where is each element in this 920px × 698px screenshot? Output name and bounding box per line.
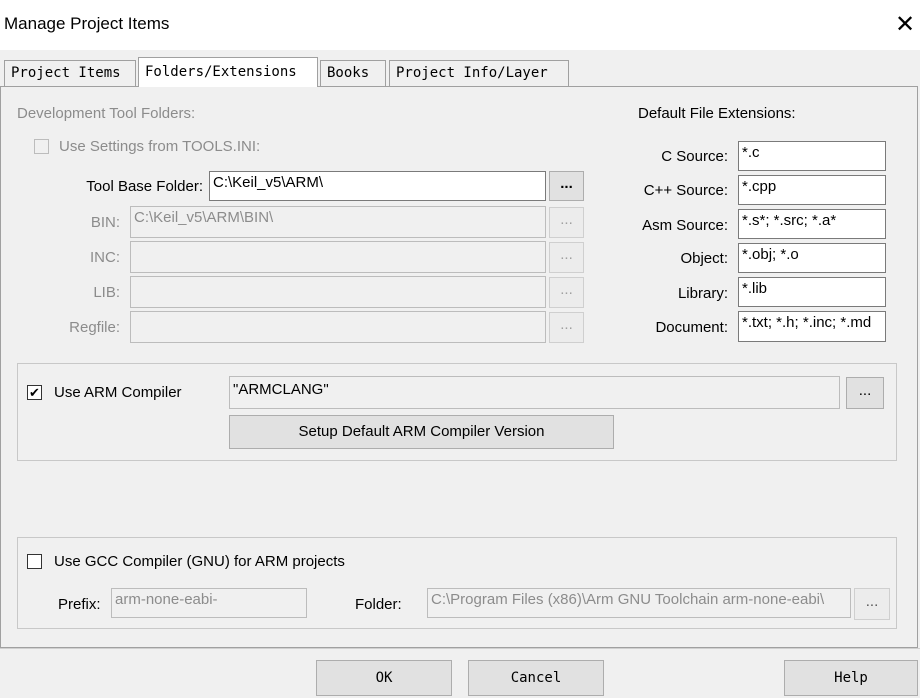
dev-tool-folders-heading: Development Tool Folders:	[17, 105, 196, 122]
inc-input[interactable]	[130, 241, 546, 273]
tool-base-folder-label: Tool Base Folder:	[86, 178, 203, 195]
help-button[interactable]: Help	[784, 660, 918, 696]
default-extensions-heading: Default File Extensions:	[638, 105, 796, 122]
library-input[interactable]: *.lib	[738, 277, 886, 307]
close-icon[interactable]: ✕	[893, 13, 917, 37]
inc-label: INC:	[90, 249, 120, 266]
use-arm-compiler-label: Use ARM Compiler	[54, 384, 182, 401]
ok-button[interactable]: OK	[316, 660, 452, 696]
dialog-footer	[0, 648, 920, 698]
c-source-label: C Source:	[661, 148, 728, 165]
cpp-source-input[interactable]: *.cpp	[738, 175, 886, 205]
setup-arm-compiler-button[interactable]: Setup Default ARM Compiler Version	[229, 415, 614, 449]
gcc-folder-browse-button[interactable]: ...	[854, 588, 890, 620]
library-label: Library:	[677, 285, 728, 302]
tab-folders-extensions[interactable]: Folders/Extensions	[138, 57, 318, 87]
bin-label: BIN:	[90, 214, 120, 231]
lib-label: LIB:	[93, 284, 120, 301]
use-gcc-compiler-label: Use GCC Compiler (GNU) for ARM projects	[54, 553, 345, 570]
tab-books[interactable]: Books	[320, 60, 386, 86]
lib-browse-button[interactable]: ...	[549, 277, 584, 308]
use-gcc-compiler-checkbox[interactable]	[27, 554, 42, 569]
use-tools-ini-label: Use Settings from TOOLS.INI:	[59, 138, 261, 155]
gcc-prefix-label: Prefix:	[58, 596, 101, 613]
tab-project-info-layer[interactable]: Project Info/Layer	[389, 60, 569, 86]
tab-project-items[interactable]: Project Items	[4, 60, 136, 86]
arm-compiler-browse-button[interactable]: ...	[846, 377, 884, 409]
gcc-prefix-input[interactable]: arm-none-eabi-	[111, 588, 307, 618]
regfile-label: Regfile:	[69, 319, 120, 336]
gcc-folder-label: Folder:	[355, 596, 402, 613]
document-input[interactable]: *.txt; *.h; *.inc; *.md	[738, 311, 886, 342]
gcc-folder-input[interactable]: C:\Program Files (x86)\Arm GNU Toolchain…	[427, 588, 851, 618]
lib-input[interactable]	[130, 276, 546, 308]
object-input[interactable]: *.obj; *.o	[738, 243, 886, 273]
cpp-source-label: C++ Source:	[643, 182, 728, 199]
regfile-input[interactable]	[130, 311, 546, 343]
window-title: Manage Project Items	[4, 14, 170, 33]
asm-source-input[interactable]: *.s*; *.src; *.a*	[738, 209, 886, 239]
inc-browse-button[interactable]: ...	[549, 242, 584, 273]
use-tools-ini-checkbox[interactable]	[34, 139, 49, 154]
tool-base-folder-input[interactable]: C:\Keil_v5\ARM\	[209, 171, 546, 201]
tool-base-browse-button[interactable]: ...	[549, 171, 584, 201]
c-source-input[interactable]: *.c	[738, 141, 886, 171]
bin-browse-button[interactable]: ...	[549, 207, 584, 238]
object-label: Object:	[680, 250, 728, 267]
document-label: Document:	[655, 319, 728, 336]
asm-source-label: Asm Source:	[642, 217, 728, 234]
bin-input[interactable]: C:\Keil_v5\ARM\BIN\	[130, 206, 546, 238]
cancel-button[interactable]: Cancel	[468, 660, 604, 696]
use-arm-compiler-checkbox[interactable]: ✔	[27, 385, 42, 400]
arm-compiler-input[interactable]: "ARMCLANG"	[229, 376, 840, 409]
regfile-browse-button[interactable]: ...	[549, 312, 584, 343]
